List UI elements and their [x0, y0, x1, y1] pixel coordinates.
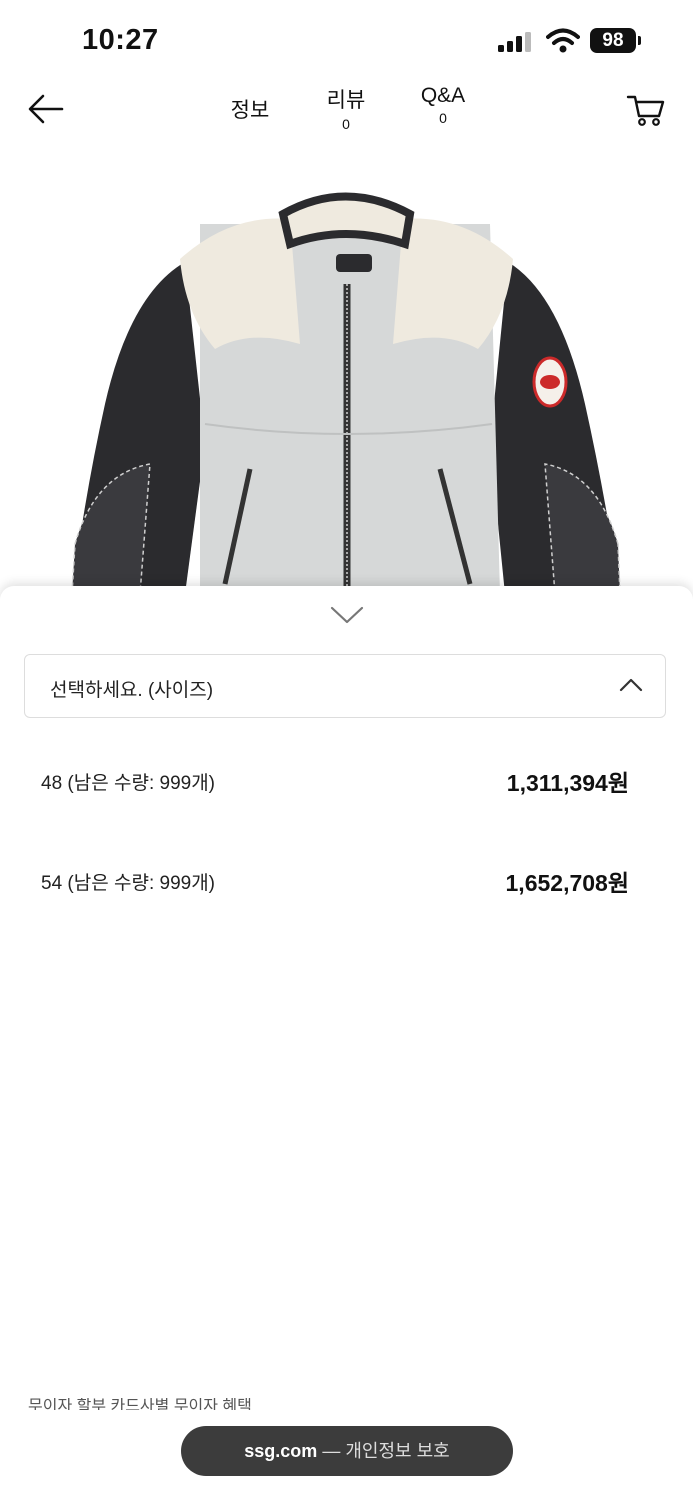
- size-option-54[interactable]: 54 (남은 수량: 999개) 1,652,708원: [0, 850, 693, 910]
- tab-qna-label: Q&A: [420, 84, 466, 107]
- size-select[interactable]: 선택하세요. (사이즈): [24, 654, 666, 718]
- status-bar: 10:27 98: [0, 0, 693, 80]
- tab-qna-count: 0: [439, 110, 447, 126]
- tab-info-label: 정보: [230, 99, 270, 122]
- tab-review-count: 0: [342, 116, 350, 132]
- wifi-icon: [546, 28, 580, 53]
- battery-icon: 98: [590, 28, 636, 53]
- tab-info[interactable]: 정보: [222, 94, 278, 124]
- cellular-signal-icon: [498, 32, 531, 52]
- size-select-placeholder: 선택하세요. (사이즈): [50, 680, 214, 701]
- size-option-48[interactable]: 48 (남은 수량: 999개) 1,311,394원: [0, 750, 693, 810]
- toast-text: — 개인정보 보호: [322, 1441, 450, 1461]
- option-price: 1,652,708원: [505, 870, 629, 896]
- back-arrow-icon[interactable]: [26, 92, 66, 126]
- option-bottom-sheet: 선택하세요. (사이즈) 48 (남은 수량: 999개) 1,311,394원…: [0, 586, 693, 1500]
- privacy-toast[interactable]: ssg.com — 개인정보 보호: [181, 1426, 513, 1476]
- battery-tip: [638, 36, 641, 45]
- product-nav-bar: 정보 리뷰 0 Q&A 0: [0, 80, 693, 144]
- toast-domain: ssg.com: [244, 1441, 318, 1461]
- tab-review[interactable]: 리뷰 0: [318, 84, 374, 132]
- chevron-down-icon[interactable]: [329, 604, 365, 626]
- option-price: 1,311,394원: [506, 770, 629, 796]
- option-label: 54 (남은 수량: 999개): [41, 873, 216, 894]
- tab-review-label: 리뷰: [326, 89, 366, 112]
- tab-qna[interactable]: Q&A 0: [410, 84, 476, 126]
- interest-free-label: 무이자 할부 카드사별 무이자 혜택: [28, 1398, 252, 1410]
- option-label: 48 (남은 수량: 999개): [41, 773, 216, 794]
- jacket-image: [71, 192, 621, 594]
- cart-icon[interactable]: [626, 92, 666, 128]
- interest-free-info-text: 무이자 할부 카드사별 무이자 혜택: [28, 1398, 678, 1410]
- status-time: 10:27: [82, 24, 159, 56]
- chevron-up-icon: [619, 678, 643, 692]
- product-image: [0, 144, 693, 594]
